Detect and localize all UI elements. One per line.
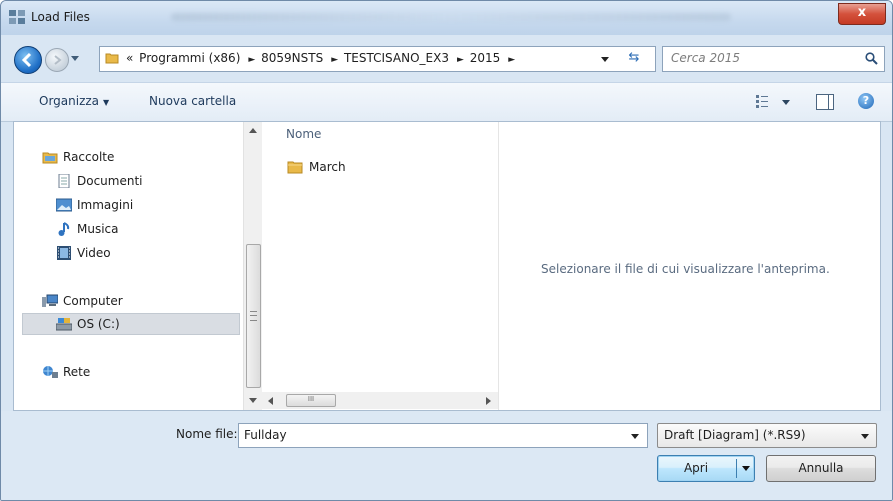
open-button[interactable]: Apri <box>657 455 755 482</box>
chevron-right-icon[interactable]: ► <box>457 55 464 65</box>
nav-item-video[interactable]: Video <box>56 242 111 264</box>
nav-item-computer[interactable]: Computer <box>42 290 123 312</box>
scroll-thumb[interactable] <box>246 244 261 388</box>
scroll-left-icon[interactable] <box>268 397 273 405</box>
column-header-name[interactable]: Nome <box>286 127 321 141</box>
preview-pane-icon[interactable] <box>816 94 834 110</box>
scroll-right-icon[interactable] <box>486 397 491 405</box>
window-title: Load Files <box>31 10 90 24</box>
scroll-down-icon[interactable] <box>249 398 257 403</box>
document-icon <box>58 174 70 188</box>
organize-label: Organizza <box>39 94 100 108</box>
help-icon[interactable]: ? <box>858 93 874 109</box>
split-divider <box>736 459 737 478</box>
file-list-scrollbar[interactable]: III <box>262 392 498 409</box>
grip-icon <box>250 311 257 321</box>
nav-item-label: OS (C:) <box>77 317 120 331</box>
browser-area: Raccolte Documenti Immagini Musica Video… <box>13 121 881 411</box>
list-item-label: March <box>309 160 346 174</box>
nav-item-label: Rete <box>63 365 91 379</box>
nav-item-label: Documenti <box>77 174 143 188</box>
drive-icon <box>56 318 72 331</box>
address-row: « Programmi (x86) ► 8059NSTS ► TESTCISANO_… <box>1 41 892 81</box>
command-bar: Organizza ▼ Nuova cartella ? <box>1 82 892 122</box>
nav-item-musica[interactable]: Musica <box>56 218 119 240</box>
network-icon <box>43 366 58 378</box>
new-folder-button[interactable]: Nuova cartella <box>149 94 236 108</box>
breadcrumb: « Programmi (x86) ► 8059NSTS ► TESTCISANO_… <box>126 51 517 65</box>
view-options-icon[interactable] <box>756 94 774 108</box>
breadcrumb-item[interactable]: TESTCISANO_EX3 <box>344 51 449 65</box>
forward-button[interactable] <box>45 48 69 72</box>
title-bar: Load Files x <box>1 1 892 35</box>
nav-item-label: Raccolte <box>63 150 115 164</box>
breadcrumb-item[interactable]: 2015 <box>470 51 501 65</box>
video-icon <box>57 246 71 260</box>
load-files-dialog: Load Files x « Programmi (x86) ► 8059NSTS… <box>0 0 893 501</box>
close-button[interactable]: x <box>838 3 886 25</box>
view-dropdown[interactable] <box>782 100 790 105</box>
search-icon[interactable] <box>865 52 878 65</box>
music-icon <box>58 222 70 236</box>
breadcrumb-overflow[interactable]: « <box>126 51 133 65</box>
preview-pane: Selezionare il file di cui visualizzare … <box>499 122 880 410</box>
preview-message: Selezionare il file di cui visualizzare … <box>541 262 830 276</box>
chevron-right-icon[interactable]: ► <box>508 55 515 65</box>
caret-down-icon: ▼ <box>103 98 110 107</box>
arrow-left-icon <box>21 52 32 68</box>
navigation-pane: Raccolte Documenti Immagini Musica Video… <box>14 122 242 410</box>
libraries-icon <box>42 152 58 164</box>
filename-value[interactable]: Fullday <box>244 428 287 442</box>
address-dropdown[interactable] <box>601 57 609 62</box>
nav-item-raccolte[interactable]: Raccolte <box>42 146 114 168</box>
back-button[interactable] <box>14 46 42 74</box>
recent-pages-dropdown[interactable] <box>71 56 79 61</box>
nav-item-rete[interactable]: Rete <box>42 361 90 383</box>
search-box[interactable]: Cerca 2015 <box>662 46 885 72</box>
footer: Nome file: Fullday Draft [Diagram] (*.RS… <box>1 411 892 500</box>
chevron-right-icon[interactable]: ► <box>248 55 255 65</box>
chevron-right-icon[interactable]: ► <box>331 55 338 65</box>
folder-icon <box>105 53 119 64</box>
scroll-thumb[interactable]: III <box>286 394 336 407</box>
filename-dropdown[interactable] <box>631 434 639 439</box>
nav-scrollbar[interactable] <box>243 122 262 410</box>
address-bar[interactable]: « Programmi (x86) ► 8059NSTS ► TESTCISANO_… <box>99 46 656 72</box>
arrow-right-icon <box>54 55 62 65</box>
filetype-select[interactable]: Draft [Diagram] (*.RS9) <box>657 423 877 448</box>
nav-item-label: Computer <box>63 294 123 308</box>
app-icon <box>9 10 25 24</box>
filename-field[interactable]: Fullday <box>238 423 648 448</box>
search-input[interactable]: Cerca 2015 <box>671 51 740 65</box>
pictures-icon <box>56 198 72 212</box>
nav-item-documenti[interactable]: Documenti <box>56 170 143 192</box>
scroll-up-icon[interactable] <box>249 128 257 133</box>
refresh-icon[interactable]: ⇆ <box>622 50 646 68</box>
file-list: Nome March III <box>262 122 499 410</box>
nav-item-label: Immagini <box>77 198 134 212</box>
filetype-value: Draft [Diagram] (*.RS9) <box>664 428 806 442</box>
organize-menu[interactable]: Organizza ▼ <box>39 94 109 108</box>
filename-label: Nome file: <box>176 427 238 441</box>
folder-icon <box>287 161 303 174</box>
open-options-dropdown[interactable] <box>742 466 750 471</box>
title-blur <box>171 13 731 21</box>
cancel-button[interactable]: Annulla <box>766 455 876 482</box>
open-button-label: Apri <box>683 461 709 475</box>
breadcrumb-item[interactable]: 8059NSTS <box>261 51 323 65</box>
list-item[interactable]: March <box>287 160 346 174</box>
nav-item-label: Musica <box>77 222 119 236</box>
chevron-down-icon[interactable] <box>861 434 869 439</box>
computer-icon <box>42 294 58 307</box>
breadcrumb-item[interactable]: Programmi (x86) <box>139 51 240 65</box>
nav-item-os-drive[interactable]: OS (C:) <box>22 313 240 335</box>
nav-item-label: Video <box>77 246 111 260</box>
nav-item-immagini[interactable]: Immagini <box>56 194 133 216</box>
